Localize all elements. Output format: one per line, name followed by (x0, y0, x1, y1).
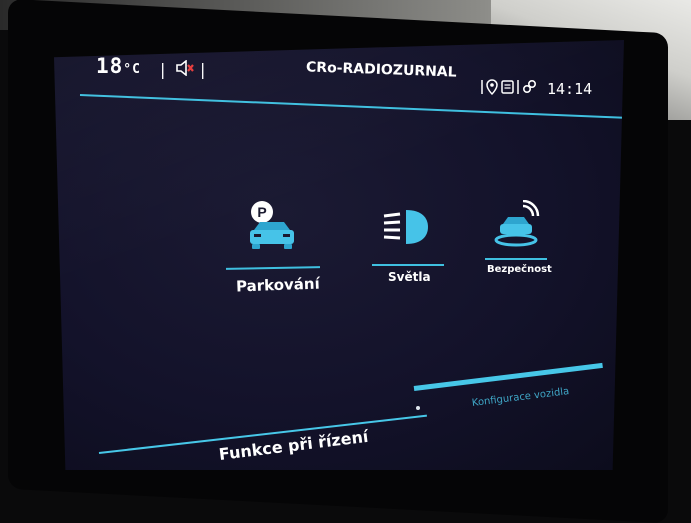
messages-icon (501, 80, 514, 94)
tile-underline (372, 264, 444, 266)
clock: 14:14 (547, 80, 593, 98)
link-icon (522, 79, 536, 94)
status-separator: | (200, 60, 206, 79)
tile-label-lights: Světla (388, 270, 431, 284)
temperature-display: 18°C (96, 54, 141, 78)
tab-vehicle-configuration[interactable]: Konfigurace vozidla (471, 386, 570, 409)
radio-station-name[interactable]: CRo-RADIOZURNAL (306, 59, 457, 80)
location-pin-icon (486, 79, 498, 96)
tab-driving-functions[interactable]: Funkce při řízení (218, 427, 369, 464)
tile-label-parking: Parkování (235, 274, 321, 296)
tile-underline (485, 258, 547, 260)
safety-car-icon (489, 199, 541, 254)
parking-car-icon: P (242, 200, 302, 258)
infotainment-screen: 18°C | | CRo-RADIOZURNAL 14:14 P Parková… (54, 40, 624, 470)
tile-underline (225, 266, 321, 270)
svg-text:P: P (257, 204, 266, 220)
status-separator: | (160, 60, 166, 79)
status-icons (481, 78, 545, 100)
menu-tile-lights[interactable]: Světla (370, 206, 450, 296)
headlight-icon (382, 206, 434, 254)
tab-underline-right (413, 362, 603, 391)
menu-tile-parking[interactable]: P Parkování (214, 200, 324, 300)
page-indicator-dot (416, 406, 420, 410)
menu-tile-safety[interactable]: Bezpečnost (479, 199, 569, 300)
speaker-muted-icon[interactable] (175, 59, 195, 80)
tile-label-safety: Bezpečnost (487, 264, 552, 275)
